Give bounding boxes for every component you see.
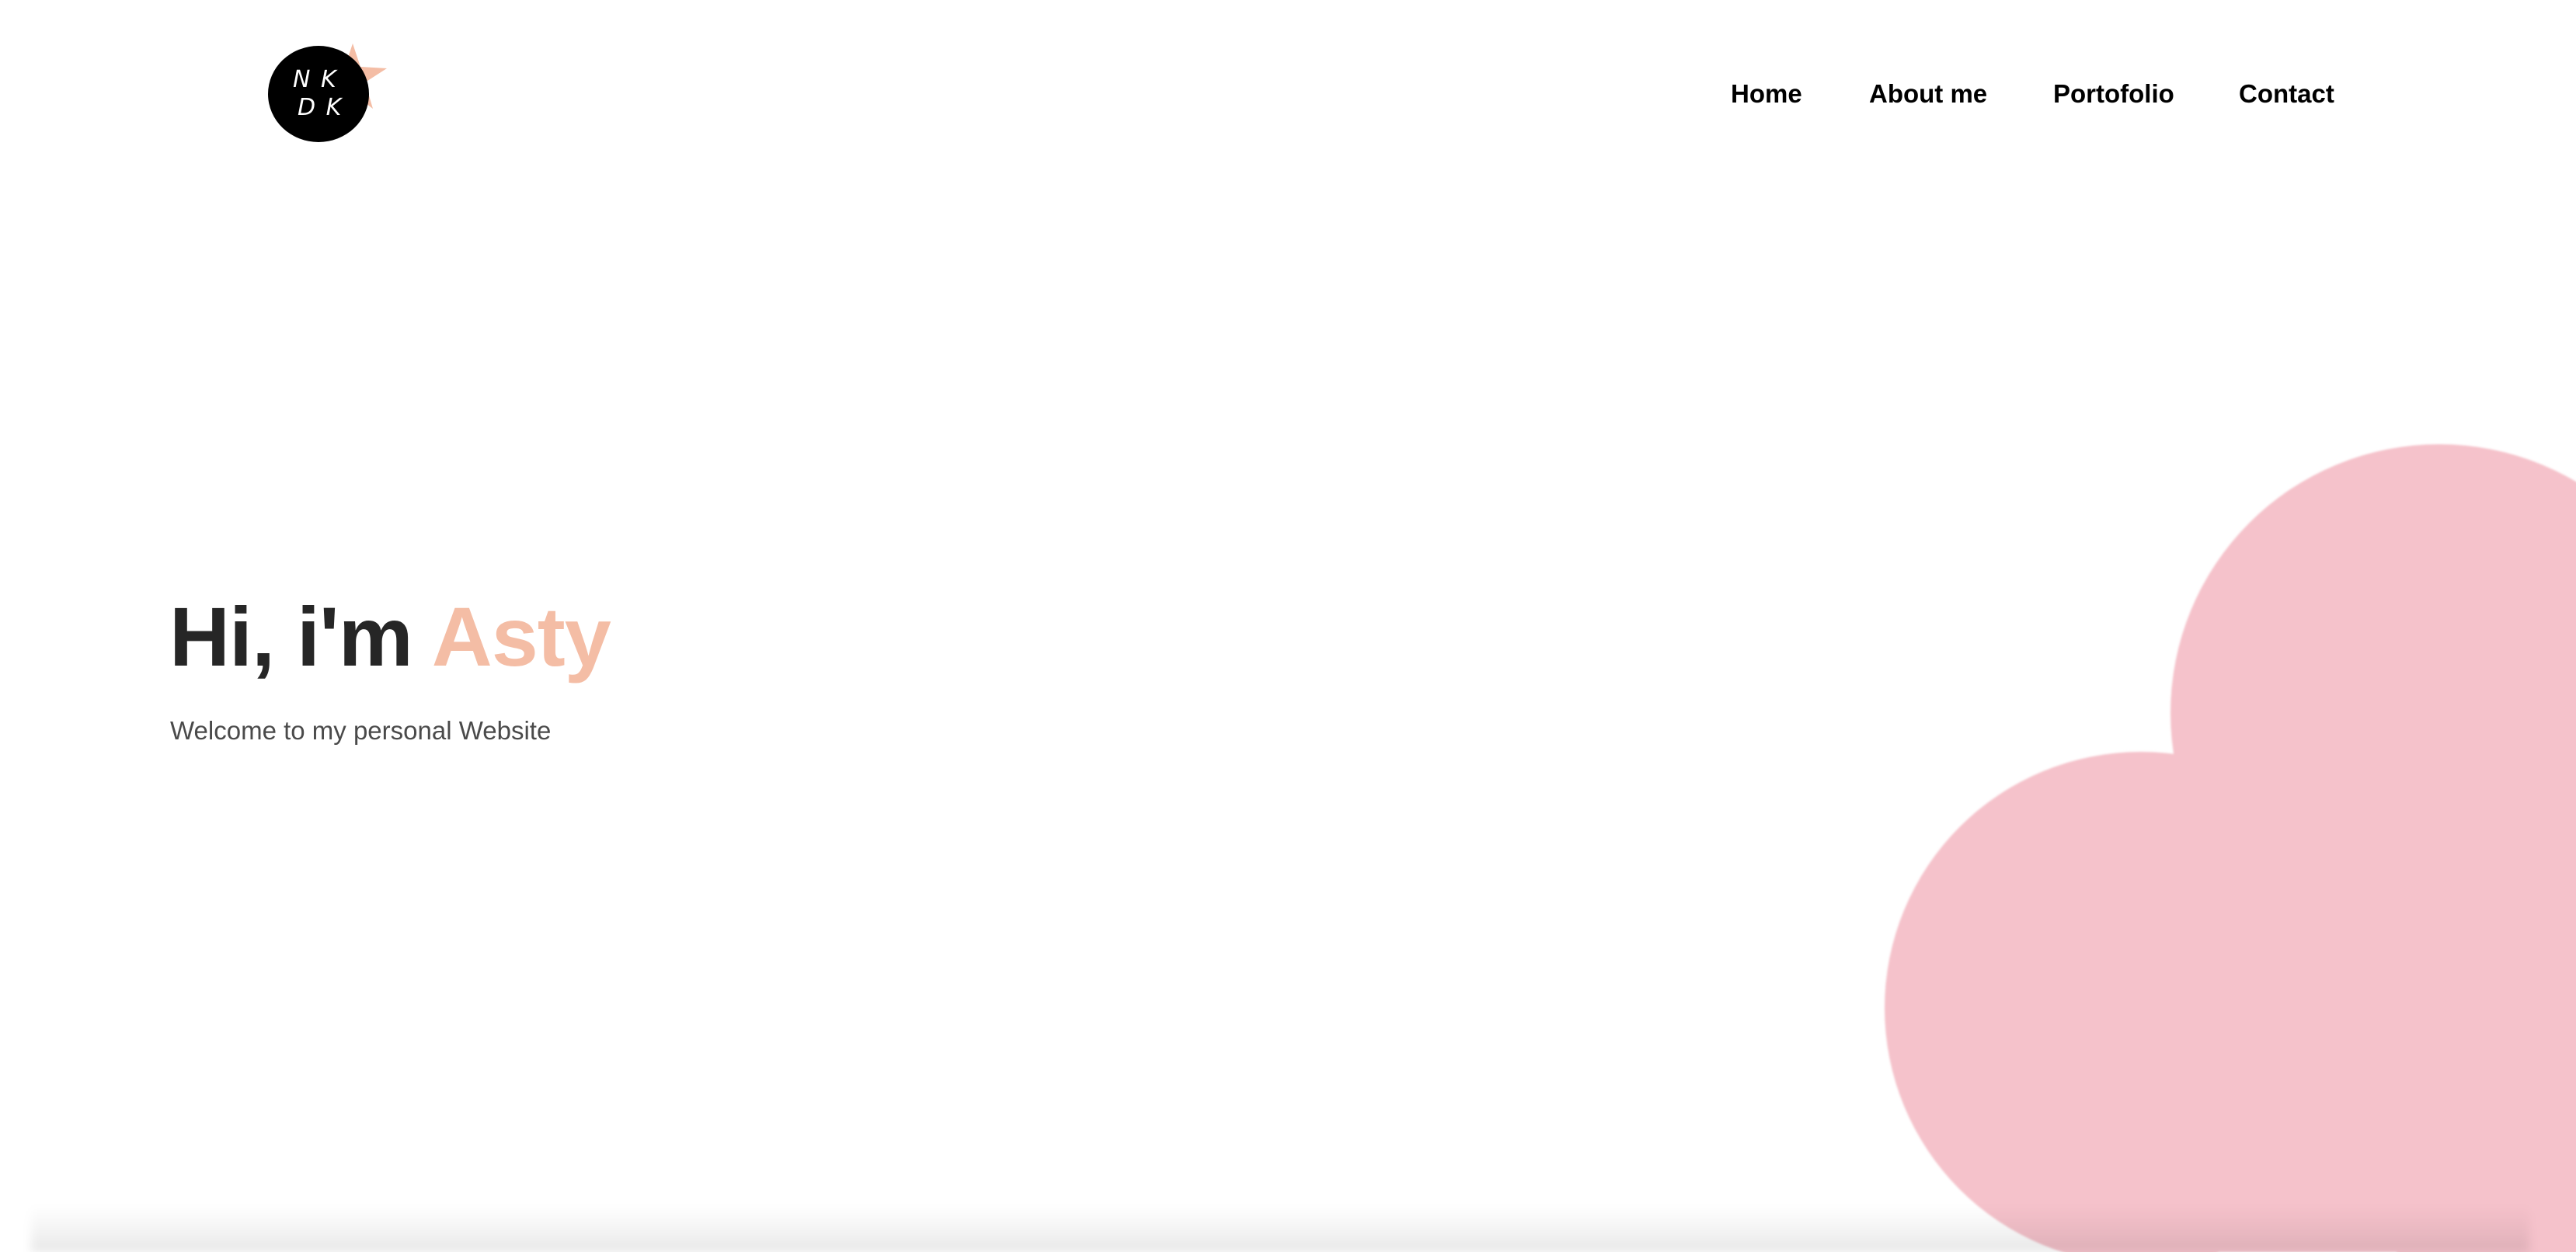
site-logo[interactable]: N K D K bbox=[256, 37, 396, 154]
nav-about-me[interactable]: About me bbox=[1869, 75, 1987, 113]
nav-home[interactable]: Home bbox=[1731, 75, 1802, 113]
hero-subtitle: Welcome to my personal Website bbox=[170, 716, 552, 745]
logo-text-line1: N K bbox=[293, 66, 338, 93]
nav-contact[interactable]: Contact bbox=[2239, 75, 2334, 113]
hero-greeting: Hi, i'm bbox=[169, 589, 413, 683]
logo-text-line2: D K bbox=[298, 94, 343, 121]
bottom-shadow bbox=[31, 1205, 2529, 1252]
nav-portfolio[interactable]: Portofolio bbox=[2053, 75, 2174, 113]
hero-name: Asty bbox=[431, 589, 611, 683]
logo-badge-icon: N K D K bbox=[268, 43, 387, 142]
hero-heading: Hi, i'm Asty bbox=[169, 583, 611, 691]
page: N K D K Home About me Portofolio Contact… bbox=[0, 0, 2576, 1252]
